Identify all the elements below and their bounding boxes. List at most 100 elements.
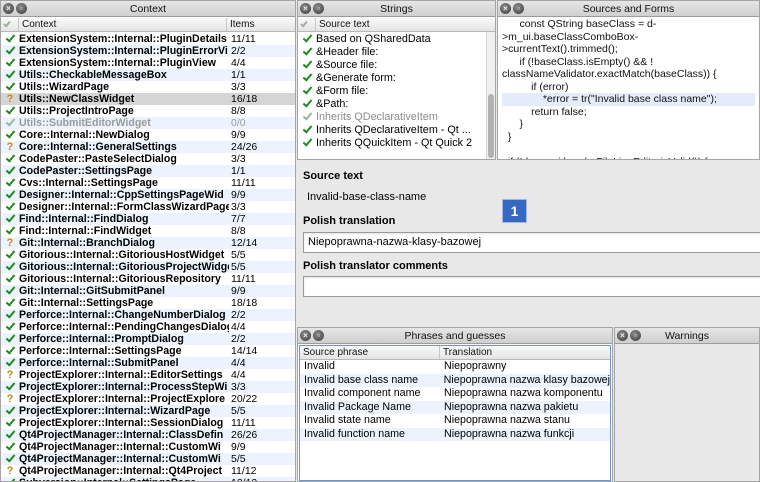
string-row[interactable]: Inherits QQuickItem - Qt Quick 2 bbox=[298, 135, 485, 149]
translator-comments-field[interactable] bbox=[303, 276, 760, 297]
context-row[interactable]: Utils::SubmitEditorWidget 0/0 bbox=[1, 116, 295, 129]
context-row[interactable]: Qt4ProjectManager::Internal::CustomWi 5/5 bbox=[1, 452, 295, 465]
check-icon bbox=[298, 44, 316, 56]
phrase-row[interactable]: Invalid function name Niepoprawna nazwa f… bbox=[300, 427, 610, 441]
context-row[interactable]: Perforce::Internal::PromptDialog 2/2 bbox=[1, 332, 295, 345]
check-icon bbox=[1, 248, 19, 259]
string-row[interactable]: Inherits QDeclarativeItem bbox=[298, 109, 485, 123]
phrase-row[interactable]: Invalid base class name Niepoprawna nazwa… bbox=[300, 373, 610, 387]
string-row[interactable]: Based on QSharedData bbox=[298, 31, 485, 45]
context-row[interactable]: CodePaster::PasteSelectDialog 3/3 bbox=[1, 152, 295, 165]
context-name: Core::Internal::GeneralSettings bbox=[19, 141, 177, 153]
check-icon bbox=[298, 57, 316, 69]
context-row[interactable]: Find::Internal::FindWidget 8/8 bbox=[1, 224, 295, 237]
phrase-row[interactable]: Invalid Package Name Niepoprawna nazwa pa… bbox=[300, 400, 610, 414]
context-items-count: 9/9 bbox=[231, 189, 246, 201]
source-string: Based on QSharedData bbox=[316, 32, 431, 45]
phrase-source: Invalid bbox=[304, 360, 335, 372]
context-row[interactable]: Utils::ProjectIntroPage 8/8 bbox=[1, 104, 295, 117]
context-row[interactable]: Gitorious::Internal::GitoriousRepository… bbox=[1, 272, 295, 285]
close-icon[interactable]: × bbox=[617, 330, 628, 341]
close-icon[interactable]: × bbox=[3, 3, 14, 14]
context-row[interactable]: Cvs::Internal::SettingsPage 11/11 bbox=[1, 176, 295, 189]
phrase-row[interactable]: Invalid state name Niepoprawna nazwa stan… bbox=[300, 414, 610, 428]
question-icon: ? bbox=[6, 93, 14, 105]
string-row[interactable]: &Header file: bbox=[298, 44, 485, 58]
check-icon bbox=[298, 31, 316, 43]
context-row[interactable]: ProjectExplorer::Internal::ProcessStepWi… bbox=[1, 380, 295, 393]
context-row[interactable]: Utils::WizardPage 3/3 bbox=[1, 80, 295, 93]
header-status-icon[interactable] bbox=[1, 18, 19, 31]
context-items-count: 9/9 bbox=[231, 441, 246, 453]
context-row[interactable]: Perforce::Internal::SubmitPanel 4/4 bbox=[1, 356, 295, 369]
header-source-phrase[interactable]: Source phrase bbox=[300, 346, 440, 359]
context-row[interactable]: Designer::Internal::CppSettingsPageWid 9/… bbox=[1, 188, 295, 201]
close-icon[interactable]: × bbox=[300, 3, 311, 14]
context-row[interactable]: ExtensionSystem::Internal::PluginView 4/4 bbox=[1, 56, 295, 69]
close-icon[interactable]: × bbox=[500, 3, 511, 14]
float-icon[interactable]: ▫ bbox=[313, 3, 324, 14]
context-row[interactable]: Git::Internal::SettingsPage 18/18 bbox=[1, 296, 295, 309]
phrase-row[interactable]: Invalid component name Niepoprawna nazwa … bbox=[300, 387, 610, 401]
context-row[interactable]: ? Core::Internal::GeneralSettings 24/26 bbox=[1, 141, 295, 153]
context-row[interactable]: ? Utils::NewClassWidget 16/18 bbox=[1, 93, 295, 105]
context-row[interactable]: ? ProjectExplorer::Internal::EditorSettin… bbox=[1, 369, 295, 381]
scrollbar-thumb[interactable] bbox=[488, 94, 494, 158]
context-items-count: 9/9 bbox=[231, 285, 246, 297]
context-row[interactable]: Find::Internal::FindDialog 7/7 bbox=[1, 212, 295, 225]
string-row[interactable]: &Path: bbox=[298, 96, 485, 110]
translation-field[interactable]: Niepoprawna-nazwa-klasy-bazowej bbox=[303, 232, 760, 253]
context-name: Utils::SubmitEditorWidget bbox=[19, 117, 151, 129]
context-row[interactable]: ? ProjectExplorer::Internal::ProjectExplo… bbox=[1, 393, 295, 405]
header-translation[interactable]: Translation bbox=[440, 346, 610, 359]
context-row[interactable]: Utils::CheckableMessageBox 1/1 bbox=[1, 68, 295, 81]
phrases-panel: Phrases and guesses × ▫ Source phrase Tr… bbox=[297, 327, 613, 482]
context-row[interactable]: Subversion::Internal::SettingsPage12/12 bbox=[1, 476, 295, 481]
context-row[interactable]: ExtensionSystem::Internal::PluginErrorVi… bbox=[1, 44, 295, 57]
string-row[interactable]: Inherits QDeclarativeItem - Qt ... bbox=[298, 122, 485, 136]
phrases-list[interactable]: Invalid Niepoprawny Invalid base class nam… bbox=[300, 360, 610, 441]
context-row[interactable]: Perforce::Internal::SettingsPage 14/14 bbox=[1, 344, 295, 357]
context-name: Qt4ProjectManager::Internal::Qt4Project bbox=[19, 465, 223, 477]
context-row[interactable]: ProjectExplorer::Internal::SessionDialog… bbox=[1, 416, 295, 429]
float-icon[interactable]: ▫ bbox=[16, 3, 27, 14]
float-icon[interactable]: ▫ bbox=[513, 3, 524, 14]
context-row[interactable]: Designer::Internal::FormClassWizardPage 3… bbox=[1, 200, 295, 213]
code-line: if (error) bbox=[502, 80, 569, 93]
context-items-count: 8/8 bbox=[231, 105, 246, 117]
context-row[interactable]: ? Qt4ProjectManager::Internal::Qt4Project… bbox=[1, 465, 295, 477]
context-items-count: 11/11 bbox=[231, 273, 256, 285]
context-row[interactable]: ? Git::Internal::BranchDialog 12/14 bbox=[1, 237, 295, 249]
context-row[interactable]: Git::Internal::GitSubmitPanel 9/9 bbox=[1, 284, 295, 297]
header-source-text[interactable]: Source text bbox=[316, 18, 495, 31]
close-icon[interactable]: × bbox=[300, 330, 311, 341]
context-items-count: 24/26 bbox=[231, 141, 258, 153]
context-row[interactable]: CodePaster::SettingsPage 1/1 bbox=[1, 164, 295, 177]
context-row[interactable]: Perforce::Internal::PendingChangesDialog… bbox=[1, 320, 295, 333]
strings-list[interactable]: Based on QSharedData &Header file: &Source… bbox=[298, 31, 485, 149]
string-row[interactable]: &Generate form: bbox=[298, 70, 485, 84]
check-icon bbox=[1, 116, 19, 127]
context-row[interactable]: ExtensionSystem::Internal::PluginDetails… bbox=[1, 32, 295, 45]
context-row[interactable]: Gitorious::Internal::GitoriousHostWidget… bbox=[1, 248, 295, 261]
phrase-row[interactable]: Invalid Niepoprawny bbox=[300, 360, 610, 374]
question-icon: ? bbox=[6, 393, 14, 405]
context-row[interactable]: Qt4ProjectManager::Internal::ClassDefin 2… bbox=[1, 428, 295, 441]
context-items-count: 2/2 bbox=[231, 309, 246, 321]
header-items[interactable]: Items bbox=[227, 18, 295, 31]
float-icon[interactable]: ▫ bbox=[313, 330, 324, 341]
source-code-view[interactable]: const QString baseClass = d- >m_ui.baseCl… bbox=[502, 18, 755, 159]
string-row[interactable]: &Source file: bbox=[298, 57, 485, 71]
context-row[interactable]: Qt4ProjectManager::Internal::CustomWi 9/9 bbox=[1, 440, 295, 453]
context-row[interactable]: Gitorious::Internal::GitoriousProjectWid… bbox=[1, 260, 295, 273]
phrases-table-header: Source phrase Translation bbox=[300, 346, 610, 360]
context-row[interactable]: Perforce::Internal::ChangeNumberDialog 2/… bbox=[1, 308, 295, 321]
string-row[interactable]: &Form file: bbox=[298, 83, 485, 97]
float-icon[interactable]: ▫ bbox=[630, 330, 641, 341]
header-status-icon[interactable] bbox=[298, 18, 316, 31]
context-list[interactable]: ExtensionSystem::Internal::PluginDetails… bbox=[1, 32, 295, 481]
strings-scrollbar[interactable] bbox=[486, 32, 495, 159]
context-row[interactable]: ProjectExplorer::Internal::WizardPage 5/5 bbox=[1, 404, 295, 417]
context-row[interactable]: Core::Internal::NewDialog 9/9 bbox=[1, 128, 295, 141]
header-context[interactable]: Context bbox=[19, 18, 227, 31]
